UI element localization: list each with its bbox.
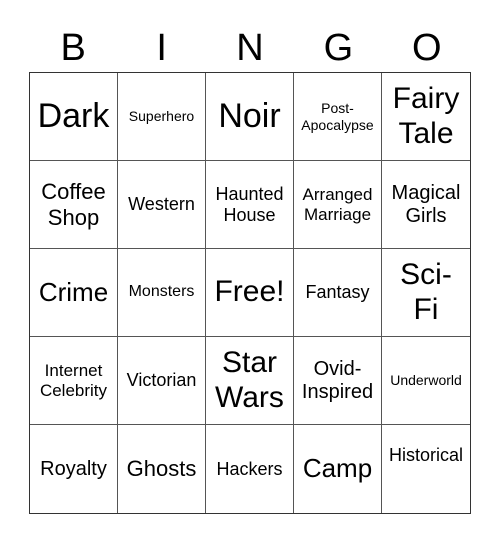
header-letter-b: B [60, 27, 86, 69]
cell-text: Superhero [128, 108, 195, 125]
bingo-cell[interactable]: Post- Apocalypse [294, 73, 382, 161]
cell-text: Victorian [126, 370, 197, 391]
header-letter-n: N [236, 27, 264, 69]
bingo-cell[interactable]: Ovid- Inspired [294, 337, 382, 425]
cell-text: Internet Celebrity [39, 360, 108, 400]
bingo-cell[interactable]: Monsters [118, 249, 206, 337]
cell-text: Noir [218, 96, 281, 135]
cell-text: Sci- Fi [400, 258, 452, 326]
bingo-cell[interactable]: Magical Girls [382, 161, 470, 249]
cell-text: Haunted House [215, 183, 284, 225]
bingo-cell[interactable]: Superhero [118, 73, 206, 161]
bingo-cell[interactable]: Underworld [382, 337, 470, 425]
bingo-cell[interactable]: Star Wars [206, 337, 294, 425]
cell-text: Royalty [40, 457, 107, 480]
header-letter-g: G [323, 27, 354, 69]
cell-text: Monsters [128, 283, 195, 301]
bingo-cell[interactable]: Historical [382, 425, 470, 513]
cell-text: Star Wars [215, 346, 284, 414]
bingo-cell-free[interactable]: Free! [206, 249, 294, 337]
bingo-cell[interactable]: Ghosts [118, 425, 206, 513]
bingo-cell[interactable]: Sci- Fi [382, 249, 470, 337]
cell-text: Camp [302, 453, 373, 484]
bingo-cell[interactable]: Western [118, 161, 206, 249]
bingo-cell[interactable]: Hackers [206, 425, 294, 513]
cell-text: Arranged Marriage [302, 184, 373, 224]
cell-text: Ghosts [126, 456, 197, 482]
bingo-cell[interactable]: Dark [30, 73, 118, 161]
cell-text: Underworld [390, 372, 462, 389]
bingo-cell[interactable]: Coffee Shop [30, 161, 118, 249]
header-letter-i: I [156, 27, 167, 69]
bingo-cell[interactable]: Noir [206, 73, 294, 161]
bingo-header: B I N G O [29, 24, 471, 72]
bingo-cell[interactable]: Victorian [118, 337, 206, 425]
cell-text: Post- Apocalypse [301, 100, 374, 133]
cell-text: Coffee Shop [41, 179, 106, 230]
bingo-cell[interactable]: Camp [294, 425, 382, 513]
cell-text: Crime [38, 276, 109, 307]
cell-text: Fairy Tale [392, 82, 460, 150]
cell-text: Dark [37, 96, 110, 135]
bingo-cell[interactable]: Fantasy [294, 249, 382, 337]
cell-text: Hackers [216, 458, 283, 479]
bingo-grid: Dark Superhero Noir Post- Apocalypse Fai… [29, 72, 471, 514]
cell-text: Magical Girls [391, 181, 461, 227]
bingo-cell[interactable]: Fairy Tale [382, 73, 470, 161]
bingo-cell[interactable]: Haunted House [206, 161, 294, 249]
bingo-cell[interactable]: Royalty [30, 425, 118, 513]
cell-text: Western [128, 194, 195, 215]
header-letter-o: O [412, 27, 442, 69]
bingo-cell[interactable]: Arranged Marriage [294, 161, 382, 249]
bingo-cell[interactable]: Crime [30, 249, 118, 337]
cell-text: Free! [214, 275, 285, 309]
cell-text: Ovid- Inspired [301, 357, 374, 403]
cell-text: Fantasy [305, 282, 370, 303]
bingo-cell[interactable]: Internet Celebrity [30, 337, 118, 425]
cell-text: Historical [388, 445, 463, 465]
